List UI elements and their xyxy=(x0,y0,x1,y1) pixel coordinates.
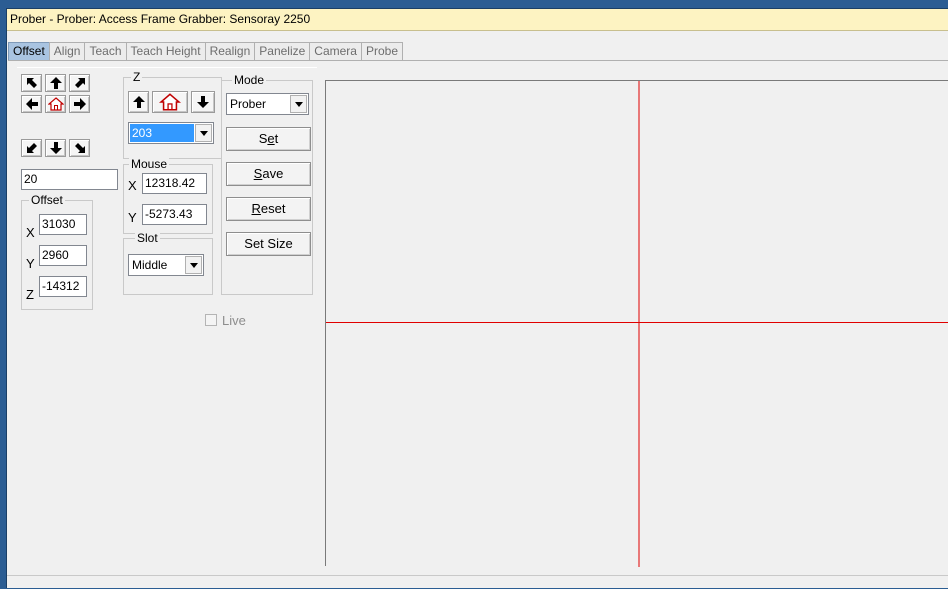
tab-probe[interactable]: Probe xyxy=(360,42,404,61)
z-step-value: 203 xyxy=(130,124,194,142)
z-group xyxy=(123,77,222,159)
arrow-down-right-icon xyxy=(74,143,85,153)
reset-button-label: Reset xyxy=(251,201,286,216)
slot-value: Middle xyxy=(132,258,168,272)
mode-value: Prober xyxy=(230,97,267,111)
tab-divider xyxy=(8,60,948,61)
z-home-button[interactable] xyxy=(152,91,188,113)
jog-left-button[interactable] xyxy=(21,95,42,113)
z-down-button[interactable] xyxy=(191,91,215,113)
jog-up-left-button[interactable] xyxy=(21,74,42,92)
arrow-down-icon xyxy=(197,96,209,108)
mouse-x-field: 12318.42 xyxy=(142,173,207,194)
mode-combo[interactable]: Prober xyxy=(226,93,309,115)
live-checkbox[interactable] xyxy=(205,314,217,326)
jog-home-button[interactable] xyxy=(45,95,66,113)
arrow-down-icon xyxy=(49,142,62,154)
save-button-label: Save xyxy=(253,166,284,181)
z-up-button[interactable] xyxy=(128,91,149,113)
offset-z-field[interactable]: -14312 xyxy=(39,276,87,297)
z-legend: Z xyxy=(131,70,143,84)
jog-up-button[interactable] xyxy=(45,74,66,92)
set-button-label: Set xyxy=(258,131,279,146)
tab-bar: Offset Align Teach Teach Height Realign … xyxy=(8,42,404,61)
mouse-legend: Mouse xyxy=(129,157,170,171)
slot-legend: Slot xyxy=(135,231,160,245)
save-button[interactable]: Save xyxy=(226,162,311,186)
z-step-combo[interactable]: 203 xyxy=(128,122,214,144)
offset-y-label: Y xyxy=(26,256,35,271)
tab-camera[interactable]: Camera xyxy=(309,42,361,61)
chevron-down-icon xyxy=(294,101,303,107)
jog-down-right-button[interactable] xyxy=(69,139,90,157)
set-size-button[interactable]: Set Size xyxy=(226,232,311,256)
offset-z-label: Z xyxy=(26,287,34,302)
arrow-right-icon xyxy=(73,98,86,110)
mouse-y-label: Y xyxy=(128,210,137,225)
tab-teach[interactable]: Teach xyxy=(84,42,126,61)
set-size-button-label: Set Size xyxy=(244,236,293,251)
tab-align[interactable]: Align xyxy=(48,42,85,61)
arrow-left-icon xyxy=(25,98,38,110)
arrow-down-left-icon xyxy=(26,143,37,153)
arrow-up-right-icon xyxy=(74,78,85,88)
slot-combo[interactable]: Middle xyxy=(128,254,204,276)
panel-highlight xyxy=(17,67,317,68)
offset-x-label: X xyxy=(26,225,35,240)
mode-dropdown-button[interactable] xyxy=(290,95,307,113)
status-bar xyxy=(7,575,948,589)
set-button[interactable]: Set xyxy=(226,127,311,151)
live-label: Live xyxy=(222,313,246,328)
jog-right-button[interactable] xyxy=(69,95,90,113)
home-icon xyxy=(47,97,64,111)
jog-up-right-button[interactable] xyxy=(69,74,90,92)
jog-step-input[interactable]: 20 xyxy=(21,169,118,190)
jog-down-left-button[interactable] xyxy=(21,139,42,157)
window-title: Prober - Prober: Access Frame Grabber: S… xyxy=(7,9,948,31)
tab-teach-height[interactable]: Teach Height xyxy=(125,42,205,61)
home-icon xyxy=(159,93,181,111)
tab-panelize[interactable]: Panelize xyxy=(254,42,310,61)
mouse-x-label: X xyxy=(128,178,137,193)
mode-legend: Mode xyxy=(232,73,267,87)
tab-realign[interactable]: Realign xyxy=(204,42,255,61)
slot-dropdown-button[interactable] xyxy=(185,256,202,274)
arrow-up-icon xyxy=(49,77,62,89)
app-window: Prober - Prober: Access Frame Grabber: S… xyxy=(6,8,948,588)
z-step-dropdown-button[interactable] xyxy=(195,124,212,142)
arrow-up-left-icon xyxy=(26,78,37,88)
crosshair xyxy=(326,81,948,567)
mouse-y-field: -5273.43 xyxy=(142,204,207,225)
reset-button[interactable]: Reset xyxy=(226,197,311,221)
tab-offset[interactable]: Offset xyxy=(8,42,49,61)
arrow-up-icon xyxy=(132,96,145,108)
camera-view[interactable] xyxy=(325,80,948,567)
offset-y-field[interactable]: 2960 xyxy=(39,245,87,266)
offset-x-field[interactable]: 31030 xyxy=(39,214,87,235)
chevron-down-icon xyxy=(189,262,198,268)
chevron-down-icon xyxy=(199,130,208,136)
jog-down-button[interactable] xyxy=(45,139,66,157)
offset-legend: Offset xyxy=(29,193,65,207)
